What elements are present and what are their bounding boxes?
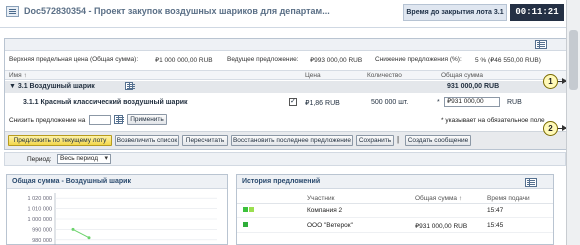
offer-history-panel: История предложений Участник Общая сумма… (236, 174, 554, 245)
item-row: 3.1.1 Красный классический воздушный шар… (5, 95, 567, 111)
period-bar: Период: Весь период (4, 152, 566, 166)
create-message-button[interactable]: Создать сообщение (405, 135, 471, 146)
y-tick-label: 1 020 000 (28, 196, 52, 202)
callout-1: 1 (543, 74, 558, 89)
chart-title: Общая сумма - Воздушный шарик (7, 175, 227, 189)
history-header: Участник Общая сумма ↑ Время подачи (237, 193, 553, 204)
y-tick-label: 990 000 (32, 227, 52, 233)
history-row[interactable]: Компания 2 15:47 (237, 205, 553, 218)
total-amount-input[interactable]: ₽931 000,00 (444, 97, 500, 107)
item-currency: RUB (507, 99, 522, 106)
history-col-time[interactable]: Время подачи (487, 195, 530, 202)
toolbar-separator: | (397, 135, 400, 144)
reduction-label: Снижение предложения (%): (375, 56, 462, 63)
reduce-label: Снизить предложение на (9, 117, 86, 124)
series-line (72, 228, 90, 239)
offer-current-lot-button[interactable]: Предложить по текущему лоту (8, 135, 112, 146)
table-view-icon[interactable] (535, 40, 547, 49)
total-amount-chart: 1 020 000 1 010 000 1 000 000 990 000 980 00… (28, 193, 217, 245)
history-time: 15:45 (487, 222, 504, 229)
reduce-offer-row: Снизить предложение на Применить * указы… (5, 114, 567, 126)
restore-last-offer-button[interactable]: Восстановить последнее предложение (231, 135, 353, 146)
save-button[interactable]: Сохранить (356, 135, 394, 146)
title-bar: Doc572830354 - Проект закупок воздушных … (0, 0, 566, 28)
countdown-timer: 00:11:21 (510, 4, 564, 21)
leading-offer-label: Ведущее предложение: (227, 56, 299, 63)
period-label: Период: (27, 156, 52, 163)
status-square-icon (243, 207, 248, 212)
y-tick-label: 1 010 000 (28, 207, 52, 213)
column-total[interactable]: Общая сумма (441, 72, 483, 79)
timer-label: Время до закрытия лота 3.1 (403, 4, 507, 21)
scrollbar-thumb[interactable] (569, 30, 578, 90)
action-toolbar: Предложить по текущему лоту Возвеличить … (5, 131, 567, 149)
calendar-icon[interactable] (114, 115, 124, 124)
upper-limit-value: ₽1 000 000,00 RUB (155, 57, 213, 64)
page-scrollbar[interactable] (566, 0, 580, 245)
status-square-icon (243, 222, 248, 227)
callout-1-arrow (558, 78, 567, 84)
history-col-total[interactable]: Общая сумма ↑ (415, 195, 462, 202)
callout-2: 2 (543, 121, 558, 136)
group-total: 931 000,00 RUB (447, 83, 500, 90)
status-square-icon (249, 207, 254, 212)
required-note: * указывает на обязательное поле (441, 117, 545, 124)
item-quantity: 500 000 шт. (371, 99, 409, 106)
panel-header-strip (5, 39, 567, 51)
column-header: Имя ↑ Цена Количество Общая сумма (5, 70, 567, 80)
history-time: 15:47 (487, 207, 504, 214)
column-name[interactable]: Имя ↑ (9, 72, 27, 79)
history-participant: Компания 2 (307, 207, 343, 214)
data-point (87, 236, 91, 240)
lot-panel: Верхняя предельная цена (Общая сумма): ₽… (4, 38, 568, 150)
upper-limit-label: Верхняя предельная цена (Общая сумма): (9, 56, 139, 63)
document-title: Doc572830354 - Проект закупок воздушных … (24, 6, 330, 16)
apply-button[interactable]: Применить (127, 114, 167, 125)
y-tick-label: 1 000 000 (28, 217, 52, 223)
history-title: История предложений (237, 175, 553, 189)
callout-2-arrow (558, 125, 567, 131)
recalculate-button[interactable]: Пересчитать (182, 135, 228, 146)
leading-offer-value: ₽993 000,00 RUB (310, 57, 363, 64)
data-point (71, 227, 75, 231)
history-row[interactable]: ООО "Ветерок" ₽931 000,00 RUB 15:45 (237, 220, 553, 233)
history-total: ₽931 000,00 RUB (415, 223, 468, 230)
history-col-participant[interactable]: Участник (307, 195, 334, 202)
group-label: ▼ 3.1 Воздушный шарик (9, 83, 95, 90)
history-view-icon[interactable] (525, 178, 537, 187)
restore-list-button[interactable]: Возвеличить список (115, 135, 179, 146)
info-icon[interactable] (125, 82, 135, 90)
history-participant: ООО "Ветерок" (307, 222, 353, 229)
reduce-input[interactable] (89, 115, 111, 125)
y-tick-label: 980 000 (32, 238, 52, 244)
item-checkbox[interactable]: ✓ (289, 98, 297, 106)
chart-panel: Общая сумма - Воздушный шарик 1 020 000 1… (6, 174, 228, 245)
required-marker: * (437, 99, 440, 106)
group-row[interactable]: ▼ 3.1 Воздушный шарик 931 000,00 RUB (5, 81, 567, 93)
document-icon (6, 6, 19, 17)
item-label: 3.1.1 Красный классический воздушный шар… (23, 99, 188, 106)
column-quantity[interactable]: Количество (367, 72, 402, 79)
reduction-value: 5 % (₽46 550,00 RUB) (475, 57, 541, 64)
item-price: ₽1,86 RUB (305, 100, 340, 107)
column-price[interactable]: Цена (305, 72, 321, 79)
lot-summary: Верхняя предельная цена (Общая сумма): ₽… (5, 53, 567, 66)
period-select[interactable]: Весь период (57, 154, 111, 164)
